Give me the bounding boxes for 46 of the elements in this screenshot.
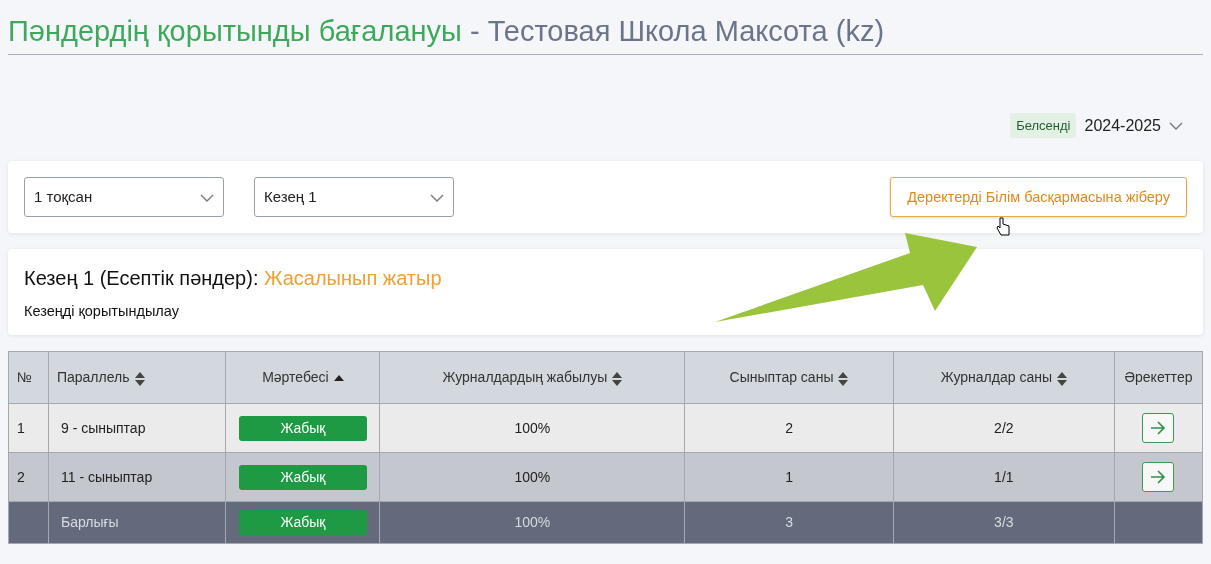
status-badge: Жабық bbox=[238, 464, 367, 490]
status-badge: Жабық bbox=[238, 415, 367, 441]
sort-icon[interactable] bbox=[838, 371, 849, 386]
arrow-right-icon bbox=[1150, 421, 1167, 436]
table-cell: 100% bbox=[514, 419, 551, 436]
table-cell: 1 bbox=[17, 419, 25, 436]
column-header: Сыныптар саны bbox=[729, 369, 834, 386]
table-cell: 1 bbox=[785, 468, 793, 485]
period-title: Кезең 1 (Есептік пәндер): Жасалынып жатыр bbox=[24, 266, 443, 292]
select-field[interactable]: Кезең 1 bbox=[254, 177, 454, 218]
year-selector[interactable]: 2024-2025 bbox=[1084, 113, 1161, 138]
table-cell: 100% bbox=[514, 514, 551, 531]
sort-icon[interactable] bbox=[134, 371, 145, 386]
table-cell: 2 bbox=[17, 468, 25, 485]
column-header: Журналдар саны bbox=[940, 369, 1052, 386]
column-header: Әрекеттер bbox=[1124, 369, 1193, 386]
open-button[interactable] bbox=[1142, 462, 1175, 493]
table-cell: Барлығы bbox=[60, 514, 119, 531]
sort-up-icon[interactable] bbox=[333, 375, 344, 383]
status-badge: Жабық bbox=[238, 510, 367, 536]
table-cell: 2/2 bbox=[994, 419, 1014, 436]
column-header: Параллель bbox=[56, 369, 130, 386]
chevron-down-icon bbox=[200, 194, 214, 203]
table-cell: 1/1 bbox=[994, 468, 1014, 485]
table-cell: 2 bbox=[785, 419, 793, 436]
open-button[interactable] bbox=[1142, 413, 1175, 444]
column-header: № bbox=[17, 369, 33, 386]
chevron-down-icon bbox=[1169, 122, 1183, 131]
sort-icon[interactable] bbox=[612, 371, 623, 386]
column-header: Мәртебесі bbox=[262, 369, 329, 386]
column-header: Журналдардың жабылуы bbox=[442, 369, 608, 386]
title-separator: - bbox=[469, 15, 480, 47]
table-cell: 9 - сыныптар bbox=[60, 419, 146, 436]
sort-icon[interactable] bbox=[1056, 371, 1067, 386]
arrow-right-icon bbox=[1150, 470, 1167, 485]
table-cell: 100% bbox=[514, 468, 551, 485]
table-cell: 3 bbox=[785, 514, 793, 531]
table-cell: 3/3 bbox=[994, 514, 1014, 531]
page-title: Пәндердің қорытынды бағалануы bbox=[8, 15, 462, 47]
period-subtitle: Кезеңді қорытындылау bbox=[24, 302, 180, 322]
active-badge: Белсенді bbox=[1010, 112, 1077, 139]
period-status: Жасалынып жатыр bbox=[264, 267, 442, 290]
table-cell: 11 - сыныптар bbox=[60, 468, 153, 485]
select-field[interactable]: 1 тоқсан bbox=[24, 177, 224, 218]
school-name: Тестовая Школа Максота (kz) bbox=[487, 15, 885, 47]
chevron-down-icon bbox=[430, 194, 444, 203]
